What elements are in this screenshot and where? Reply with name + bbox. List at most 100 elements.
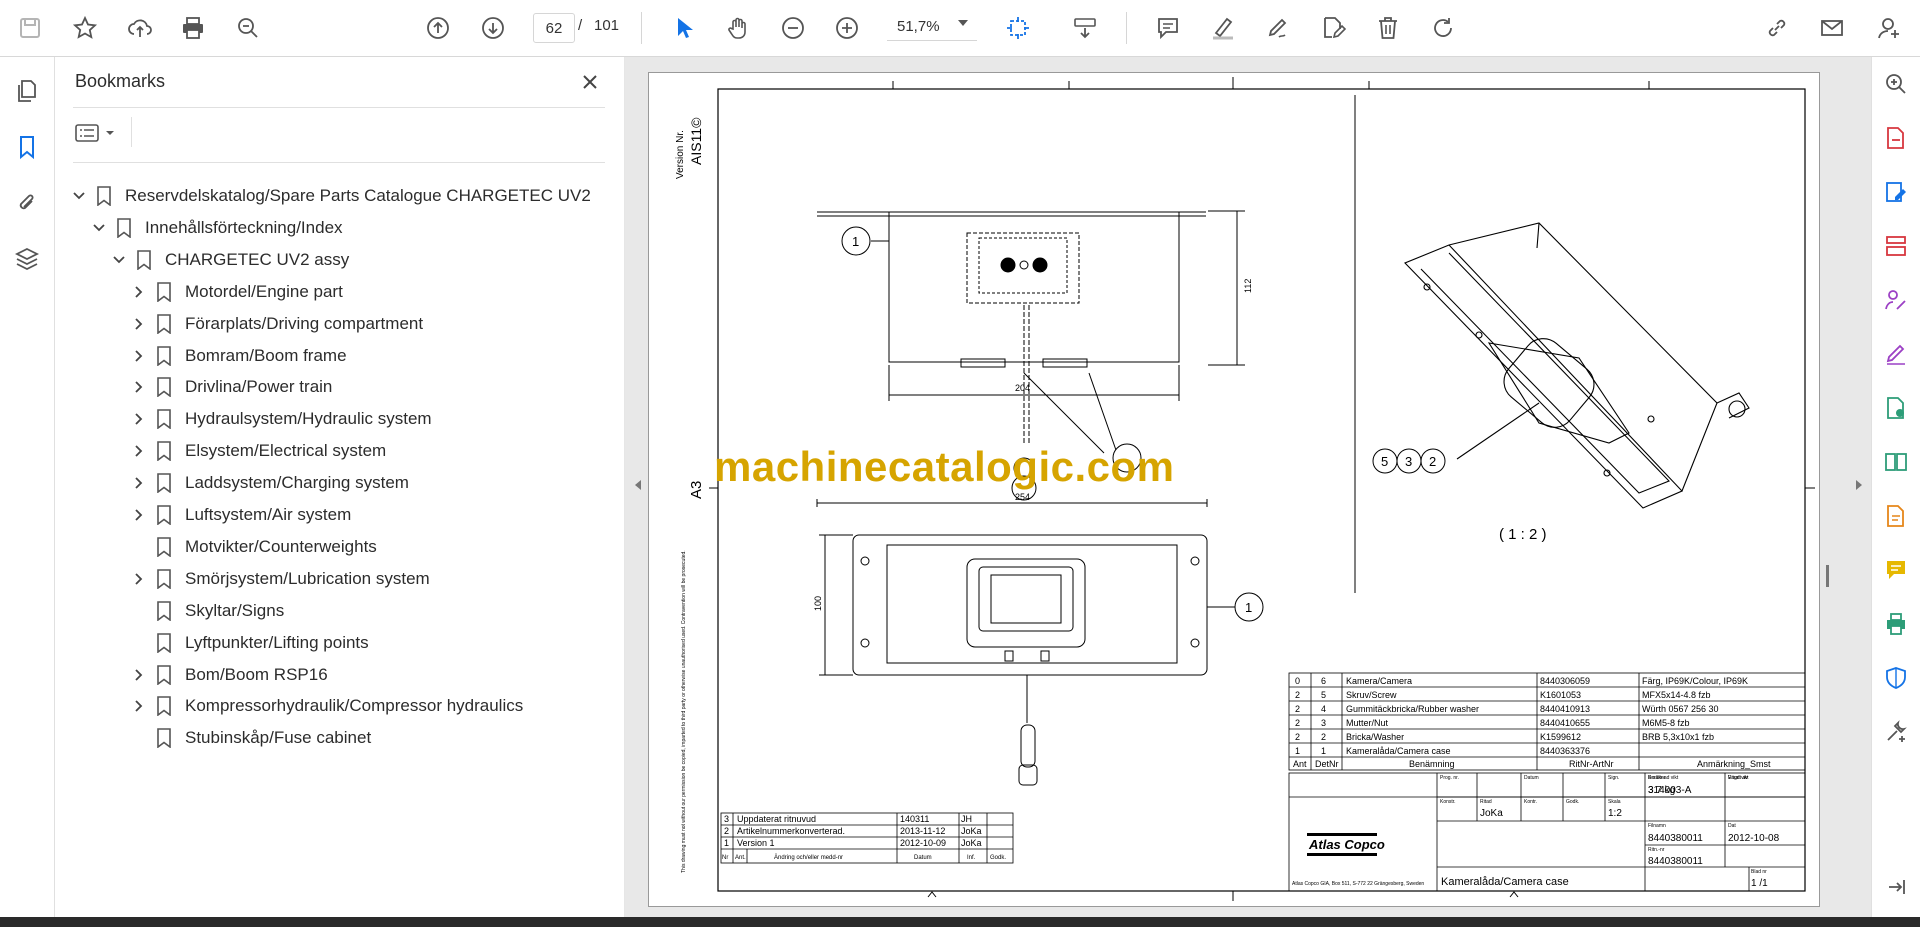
edit-document-icon[interactable] xyxy=(1315,10,1351,46)
zoom-level-select[interactable]: 51,7% xyxy=(887,13,977,41)
bookmark-label: Laddsystem/Charging system xyxy=(185,473,409,493)
bookmark-flag-icon xyxy=(95,185,113,207)
upload-cloud-icon[interactable] xyxy=(122,10,158,46)
layers-icon[interactable] xyxy=(9,241,45,277)
send-track-icon[interactable] xyxy=(1879,391,1913,425)
chevron-right-icon[interactable] xyxy=(129,409,149,429)
parts-cell: 1 xyxy=(1321,746,1326,756)
parts-cell: Gummitäckbricka/Rubber washer xyxy=(1346,704,1479,714)
zoom-tool-icon[interactable] xyxy=(1879,67,1913,101)
bookmark-item[interactable]: Motvikter/Counterweights xyxy=(129,531,377,563)
bookmark-label: Bomram/Boom frame xyxy=(185,345,347,365)
bookmark-item[interactable]: Skyltar/Signs xyxy=(129,595,284,627)
scroll-mode-icon[interactable] xyxy=(1067,10,1103,46)
chevron-right-icon[interactable] xyxy=(129,346,149,366)
bookmark-item[interactable]: Kompressorhydraulik/Compressor hydraulic… xyxy=(129,690,523,722)
delete-icon[interactable] xyxy=(1370,10,1406,46)
bookmark-item[interactable]: Lyftpunkter/Lifting points xyxy=(129,627,369,659)
chevron-right-icon[interactable] xyxy=(129,665,149,685)
comment-tool-icon[interactable] xyxy=(1879,553,1913,587)
more-tools-icon[interactable] xyxy=(1879,715,1913,749)
organize-pages-icon[interactable] xyxy=(1879,229,1913,263)
bookmark-item[interactable]: Förarplats/Driving compartment xyxy=(129,308,423,340)
chevron-right-icon[interactable] xyxy=(129,505,149,525)
bookmark-item[interactable]: Drivlina/Power train xyxy=(129,371,332,403)
svg-text:5: 5 xyxy=(1381,454,1388,469)
chevron-right-icon[interactable] xyxy=(129,377,149,397)
attachments-icon[interactable] xyxy=(9,185,45,221)
chevron-right-icon[interactable] xyxy=(129,696,149,716)
scrollbar-thumb[interactable] xyxy=(1826,565,1829,587)
revision-header: Ändring och/eller medd-nr xyxy=(774,854,843,861)
chevron-right-icon[interactable] xyxy=(129,314,149,334)
protect-shield-icon[interactable] xyxy=(1879,661,1913,695)
bookmark-item[interactable]: Stubinskåp/Fuse cabinet xyxy=(129,722,371,754)
zoom-out-icon[interactable] xyxy=(775,10,811,46)
next-page-icon[interactable] xyxy=(475,10,511,46)
comment-icon[interactable] xyxy=(1150,10,1186,46)
divider xyxy=(73,107,605,108)
fill-sign-icon[interactable] xyxy=(1879,337,1913,371)
divider xyxy=(131,117,132,147)
select-cursor-icon[interactable] xyxy=(665,10,701,46)
request-signature-icon[interactable] xyxy=(1879,283,1913,317)
fit-page-icon[interactable] xyxy=(1000,10,1036,46)
bookmarks-icon[interactable] xyxy=(9,129,45,165)
chevron-right-icon[interactable] xyxy=(129,473,149,493)
bookmark-item[interactable]: Laddsystem/Charging system xyxy=(129,467,409,499)
page-number-input[interactable]: 62 xyxy=(533,13,575,43)
share-link-icon[interactable] xyxy=(1759,10,1795,46)
chevron-down-icon[interactable] xyxy=(69,186,89,206)
parts-cell: M6M5-8 fzb xyxy=(1642,718,1690,728)
revision-header: Inf. xyxy=(967,855,976,861)
bookmark-options-button[interactable] xyxy=(75,119,123,147)
main-toolbar: 62 / 101 51,7% xyxy=(0,0,1920,57)
highlight-pen-icon[interactable] xyxy=(1205,10,1241,46)
chevron-right-icon[interactable] xyxy=(129,282,149,302)
page-thumbnails-icon[interactable] xyxy=(9,73,45,109)
star-icon[interactable] xyxy=(67,10,103,46)
bookmark-item[interactable]: CHARGETEC UV2 assy xyxy=(109,244,349,276)
revision-cell: Version 1 xyxy=(737,838,775,848)
draw-sign-icon[interactable] xyxy=(1260,10,1296,46)
export-pdf-icon[interactable] xyxy=(1879,121,1913,155)
bookmark-item[interactable]: Motordel/Engine part xyxy=(129,276,343,308)
revision-cell: JoKa xyxy=(961,826,982,836)
bookmark-item[interactable]: Elsystem/Electrical system xyxy=(129,435,386,467)
chevron-down-icon[interactable] xyxy=(109,250,129,270)
account-icon[interactable] xyxy=(1871,10,1907,46)
print-production-icon[interactable] xyxy=(1879,607,1913,641)
collapse-right-icon[interactable] xyxy=(1852,478,1866,492)
chevron-right-icon[interactable] xyxy=(129,569,149,589)
save-icon[interactable] xyxy=(12,10,48,46)
bookmark-label: Drivlina/Power train xyxy=(185,377,333,397)
bookmark-item[interactable]: Hydraulsystem/Hydraulic system xyxy=(129,403,432,435)
collapse-left-icon[interactable] xyxy=(631,478,645,492)
rotate-icon[interactable] xyxy=(1425,10,1461,46)
chevron-down-icon[interactable] xyxy=(89,218,109,238)
title-block-dat-label: Dat xyxy=(1728,823,1736,829)
edit-pdf-icon[interactable] xyxy=(1879,175,1913,209)
email-icon[interactable] xyxy=(1814,10,1850,46)
bookmark-item[interactable]: Bom/Boom RSP16 xyxy=(129,659,328,691)
bookmark-item[interactable]: Innehållsförteckning/Index xyxy=(89,212,343,244)
previous-page-icon[interactable] xyxy=(420,10,456,46)
chevron-down-icon[interactable] xyxy=(958,20,968,26)
revision-header: Ant. xyxy=(735,855,746,861)
bookmark-item[interactable]: Luftsystem/Air system xyxy=(129,499,351,531)
compare-files-icon[interactable] xyxy=(1879,445,1913,479)
close-panel-button[interactable] xyxy=(575,67,605,97)
zoom-search-icon[interactable] xyxy=(230,10,266,46)
bookmark-item[interactable]: Bomram/Boom frame xyxy=(129,340,347,372)
title-block-ritnr-label: Ritn.-nr xyxy=(1648,847,1665,853)
zoom-in-icon[interactable] xyxy=(829,10,865,46)
hand-tool-icon[interactable] xyxy=(720,10,756,46)
bookmark-item[interactable]: Smörjsystem/Lubrication system xyxy=(129,563,430,595)
expand-panel-icon[interactable] xyxy=(1879,870,1913,904)
bookmark-item[interactable]: Reservdelskatalog/Spare Parts Catalogue … xyxy=(69,180,591,212)
parts-cell: 6 xyxy=(1321,676,1326,686)
parts-cell: 2 xyxy=(1295,704,1300,714)
chevron-right-icon[interactable] xyxy=(129,441,149,461)
rich-media-icon[interactable] xyxy=(1879,499,1913,533)
print-icon[interactable] xyxy=(175,10,211,46)
